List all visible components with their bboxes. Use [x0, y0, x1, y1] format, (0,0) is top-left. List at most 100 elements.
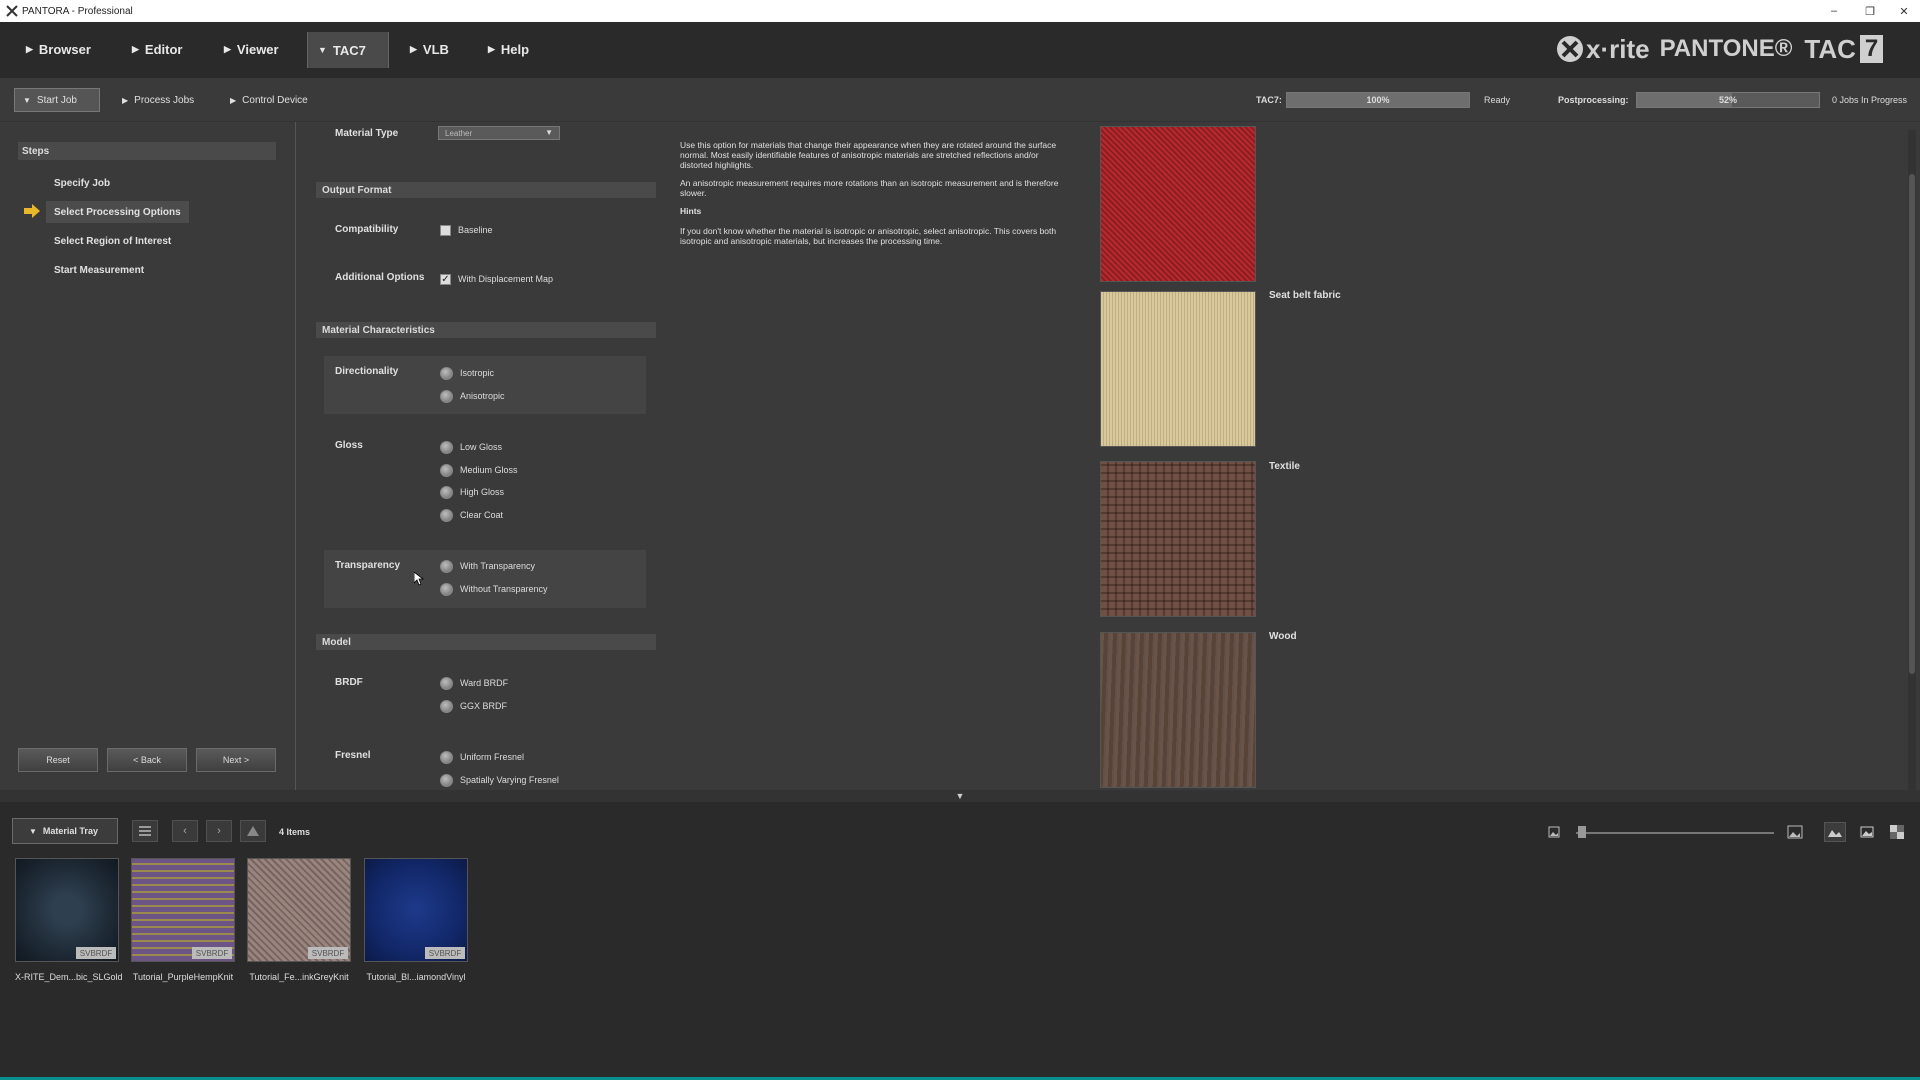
step-specify-job[interactable]: Specify Job: [46, 172, 118, 194]
step-select-processing-options[interactable]: Select Processing Options: [46, 201, 189, 223]
brand-pantone: PANTONE®: [1659, 35, 1793, 62]
image-large-button[interactable]: [1784, 822, 1806, 842]
menu-marker: ▶: [410, 43, 417, 54]
baseline-label: Baseline: [458, 225, 493, 235]
up-nav-button[interactable]: [240, 820, 266, 842]
brand-tac-num: 7: [1859, 35, 1884, 63]
item-count: 4 Items: [279, 827, 311, 837]
model-header: Model: [316, 634, 656, 650]
menu-marker: ▶: [132, 43, 139, 54]
sub-toolbar: ▼ Start Job ▶ Process Jobs ▶ Control Device…: [0, 78, 1920, 122]
brdf-label: BRDF: [335, 677, 363, 688]
forward-nav-button[interactable]: ›: [206, 820, 232, 842]
image-large-icon: [1787, 825, 1803, 839]
fresnel-label: Fresnel: [335, 750, 371, 761]
radio-label: Ward BRDF: [460, 678, 509, 688]
menu-label: Viewer: [236, 41, 279, 57]
radio-dot: [440, 773, 453, 787]
menu-viewer[interactable]: ▶ Viewer: [214, 34, 289, 64]
tray-item-name: X-RITE_Dem...bic_SLGold: [15, 972, 123, 982]
help-paragraph: Use this option for materials that chang…: [680, 140, 1057, 170]
tray-thumbnail[interactable]: SVBRDF: [247, 858, 351, 962]
tray-item[interactable]: SVBRDF Tutorial_Fe...inkGreyKnit: [247, 858, 351, 982]
tray-item[interactable]: SVBRDF X-RITE_Dem...bic_SLGold: [15, 858, 123, 982]
next-button[interactable]: Next >: [196, 748, 276, 772]
radio-medium-gloss[interactable]: Medium Gloss: [440, 462, 518, 478]
sample-carpet-image: [1100, 126, 1256, 282]
svbrdf-badge: SVBRDF: [425, 947, 465, 959]
tray-item[interactable]: SVBRDF Tutorial_Bl...iamondVinyl: [364, 858, 468, 982]
landscape-view-button[interactable]: [1824, 822, 1846, 842]
tray-item[interactable]: SVBRDF Tutorial_PurpleHempKnit: [131, 858, 235, 982]
close-button[interactable]: ✕: [1886, 0, 1920, 22]
thumbnail-size-slider[interactable]: [1576, 832, 1774, 834]
slider-handle[interactable]: [1578, 826, 1586, 838]
radio-label: Without Transparency: [460, 584, 548, 594]
forward-icon: ›: [217, 825, 221, 837]
tab-control-device[interactable]: ▶ Control Device: [222, 88, 316, 112]
radio-anisotropic[interactable]: Anisotropic: [440, 388, 505, 404]
baseline-checkbox[interactable]: Baseline: [440, 223, 493, 237]
radio-spatially-varying-fresnel[interactable]: Spatially Varying Fresnel: [440, 772, 559, 788]
menu-browser[interactable]: ▶ Browser: [16, 34, 101, 64]
radio-high-gloss[interactable]: High Gloss: [440, 484, 504, 500]
radio-dot: [440, 676, 453, 690]
menu-editor[interactable]: ▶ Editor: [122, 34, 192, 64]
window-title: PANTORA - Professional: [22, 5, 133, 17]
vertical-scrollbar[interactable]: [1908, 130, 1916, 790]
tab-label: Control Device: [242, 94, 308, 106]
compatibility-label: Compatibility: [335, 224, 399, 235]
menu-tac7[interactable]: ▼ TAC7: [307, 32, 389, 68]
back-button[interactable]: < Back: [107, 748, 187, 772]
radio-label: Clear Coat: [460, 510, 504, 520]
tray-thumbnail[interactable]: SVBRDF: [131, 858, 235, 962]
list-view-button[interactable]: [132, 820, 158, 842]
radio-ward-brdf[interactable]: Ward BRDF: [440, 675, 508, 691]
tray-thumbnail[interactable]: SVBRDF: [364, 858, 468, 962]
tab-start-job[interactable]: ▼ Start Job: [14, 88, 100, 112]
reset-button[interactable]: Reset: [18, 748, 98, 772]
radio-low-gloss[interactable]: Low Gloss: [440, 439, 502, 455]
sample-label: Wood: [1269, 631, 1297, 642]
step-select-region-of-interest[interactable]: Select Region of Interest: [46, 230, 179, 252]
brand-tac: TAC: [1804, 33, 1856, 64]
image-small-button[interactable]: [1543, 822, 1565, 842]
collapse-down-icon[interactable]: ▼: [956, 791, 965, 801]
checker-view-button[interactable]: [1886, 822, 1908, 842]
tab-process-jobs[interactable]: ▶ Process Jobs: [114, 88, 202, 112]
radio-label: Medium Gloss: [460, 465, 518, 475]
menu-label: Browser: [38, 41, 91, 57]
radio-ggx-brdf[interactable]: GGX BRDF: [440, 698, 507, 714]
main-menu: ▶ Browser ▶ Editor ▶ Viewer ▼ TAC7 ▶ VLB ▶ Hel…: [0, 22, 1920, 78]
back-nav-button[interactable]: ‹: [172, 820, 198, 842]
menu-vlb[interactable]: ▶ VLB: [400, 34, 459, 64]
material-type-select[interactable]: Leather ▼: [438, 126, 560, 140]
step-start-measurement[interactable]: Start Measurement: [46, 259, 152, 281]
landscape-icon: [1828, 830, 1842, 837]
radio-uniform-fresnel[interactable]: Uniform Fresnel: [440, 749, 524, 765]
sample-label: Textile: [1269, 461, 1300, 472]
menu-help[interactable]: ▶ Help: [478, 34, 539, 64]
panel-divider[interactable]: ▼: [0, 790, 1920, 802]
minimize-button[interactable]: –: [1816, 0, 1852, 22]
tab-label: Start Job: [36, 94, 77, 106]
sample-seat-belt-image: [1100, 291, 1256, 447]
scrollbar-thumb[interactable]: [1909, 174, 1915, 674]
radio-label: Isotropic: [460, 368, 495, 378]
material-tray-tab[interactable]: ▼ Material Tray: [12, 818, 118, 844]
displacement-map-checkbox[interactable]: ✓ With Displacement Map: [440, 272, 553, 286]
radio-clear-coat[interactable]: Clear Coat: [440, 507, 503, 523]
maximize-button[interactable]: ❐: [1852, 0, 1888, 22]
radio-isotropic[interactable]: Isotropic: [440, 365, 494, 381]
radio-without-transparency[interactable]: Without Transparency: [440, 581, 548, 597]
photo-view-button[interactable]: [1856, 822, 1878, 842]
postprocessing-progress-bar: 52%: [1636, 92, 1820, 108]
tab-marker: ▶: [122, 95, 129, 105]
mouse-cursor-icon: [414, 572, 424, 586]
radio-with-transparency[interactable]: With Transparency: [440, 558, 535, 574]
tray-thumbnail[interactable]: SVBRDF: [15, 858, 119, 962]
material-type-value: Leather: [445, 128, 473, 138]
radio-dot: [440, 389, 453, 403]
tray-tab-label: Material Tray: [42, 826, 98, 836]
menu-marker: ▶: [224, 43, 231, 54]
